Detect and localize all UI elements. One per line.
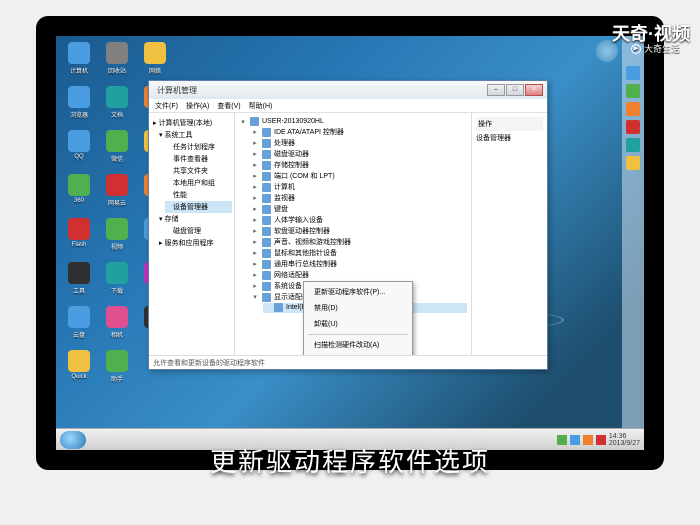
monitor-frame: 计算机 回收站 网络 浏览器 文档 图片 QQ 微信 音乐 360 网易云 游戏… <box>36 16 664 470</box>
device-icon <box>262 293 271 302</box>
actions-header: 操作 <box>476 117 543 131</box>
device-icon <box>262 128 271 137</box>
maximize-button[interactable]: □ <box>506 84 524 96</box>
desktop-icon[interactable]: 文档 <box>100 86 134 124</box>
device-icon <box>262 150 271 159</box>
device-category[interactable]: ▸鼠标和其他指针设备 <box>251 248 467 259</box>
device-icon <box>262 249 271 258</box>
desktop-icon[interactable]: 云盘 <box>62 306 96 344</box>
nav-item[interactable]: 性能 <box>165 189 232 201</box>
menu-action[interactable]: 操作(A) <box>186 101 209 111</box>
minimize-button[interactable]: – <box>487 84 505 96</box>
nav-item[interactable]: 共享文件夹 <box>165 165 232 177</box>
actions-link[interactable]: 设备管理器 <box>476 133 543 143</box>
nav-item[interactable]: 任务计划程序 <box>165 141 232 153</box>
device-category[interactable]: ▸人体学输入设备 <box>251 215 467 226</box>
ctx-uninstall[interactable]: 卸载(U) <box>304 316 412 332</box>
statusbar: 允许查看和更新设备的驱动程序软件 <box>149 355 547 369</box>
desktop-icon[interactable]: 下载 <box>100 262 134 300</box>
menubar: 文件(F) 操作(A) 查看(V) 帮助(H) <box>149 99 547 113</box>
device-icon <box>262 216 271 225</box>
desktop-icon[interactable]: 浏览器 <box>62 86 96 124</box>
sidebar-icon[interactable] <box>626 156 640 170</box>
device-icon <box>262 205 271 214</box>
watermark-bottom-right: 易坊好文馆 <box>608 492 688 513</box>
sidebar-icon[interactable] <box>626 84 640 98</box>
device-icon <box>262 282 271 291</box>
nav-services[interactable]: ▸服务和应用程序 <box>151 237 232 249</box>
nav-item[interactable]: 本地用户和组 <box>165 177 232 189</box>
device-icon <box>262 271 271 280</box>
device-category[interactable]: ▸计算机 <box>251 182 467 193</box>
device-root[interactable]: ▾USER-20130920HL <box>239 117 467 127</box>
device-icon <box>262 260 271 269</box>
device-icon <box>262 161 271 170</box>
device-icon <box>262 139 271 148</box>
device-category[interactable]: ▸软盘驱动器控制器 <box>251 226 467 237</box>
device-icon <box>262 194 271 203</box>
display-adapter-icon <box>274 303 283 312</box>
ctx-disable[interactable]: 禁用(D) <box>304 300 412 316</box>
menu-help[interactable]: 帮助(H) <box>249 101 273 111</box>
actions-panel: 操作 设备管理器 <box>471 113 547 355</box>
desktop-icon[interactable]: 助手 <box>100 350 134 388</box>
desktop-icon[interactable]: 回收站 <box>100 42 134 80</box>
device-icon <box>262 172 271 181</box>
device-category[interactable]: ▸声音、视频和游戏控制器 <box>251 237 467 248</box>
computer-icon <box>250 117 259 126</box>
device-manager-window: 计算机管理 – □ × 文件(F) 操作(A) 查看(V) 帮助(H) ▸计算机… <box>148 80 548 370</box>
device-category[interactable]: ▸监视器 <box>251 193 467 204</box>
device-category[interactable]: ▸键盘 <box>251 204 467 215</box>
desktop-icon[interactable]: Quick <box>62 350 96 388</box>
device-icon <box>262 183 271 192</box>
left-nav-tree: ▸计算机管理(本地) ▾系统工具 任务计划程序 事件查看器 共享文件夹 本地用户… <box>149 113 235 355</box>
device-icon <box>262 238 271 247</box>
desktop-icon[interactable]: QQ <box>62 130 96 168</box>
menu-file[interactable]: 文件(F) <box>155 101 178 111</box>
close-button[interactable]: × <box>525 84 543 96</box>
device-category[interactable]: ▸网络适配器 <box>251 270 467 281</box>
device-tree-panel: ▾USER-20130920HL ▸IDE ATA/ATAPI 控制器▸处理器▸… <box>235 113 471 355</box>
watermark-life: ▶大奇生活 <box>631 42 680 55</box>
play-icon: ▶ <box>631 44 641 54</box>
desktop-icon[interactable]: 微信 <box>100 130 134 168</box>
desktop-icon[interactable]: 网易云 <box>100 174 134 212</box>
video-subtitle: 更新驱动程序软件选项 <box>0 442 700 479</box>
nav-root[interactable]: ▸计算机管理(本地) <box>151 117 232 129</box>
device-icon <box>262 227 271 236</box>
device-category[interactable]: ▸存储控制器 <box>251 160 467 171</box>
desktop-icon[interactable]: 计算机 <box>62 42 96 80</box>
device-category[interactable]: ▸磁盘驱动器 <box>251 149 467 160</box>
nav-device-manager[interactable]: 设备管理器 <box>165 201 232 213</box>
nav-storage[interactable]: ▾存储 <box>151 213 232 225</box>
desktop-icon[interactable]: 视频 <box>100 218 134 256</box>
sidebar-icon[interactable] <box>626 66 640 80</box>
desktop-icon[interactable]: 工具 <box>62 262 96 300</box>
desktop-screen: 计算机 回收站 网络 浏览器 文档 图片 QQ 微信 音乐 360 网易云 游戏… <box>56 36 644 450</box>
nav-item[interactable]: 事件查看器 <box>165 153 232 165</box>
nav-item[interactable]: 磁盘管理 <box>165 225 232 237</box>
ctx-scan-hardware[interactable]: 扫描检测硬件改动(A) <box>304 337 412 353</box>
desktop-icon[interactable]: 360 <box>62 174 96 212</box>
ctx-separator <box>308 334 408 335</box>
ctx-update-driver[interactable]: 更新驱动程序软件(P)... <box>304 284 412 300</box>
device-category[interactable]: ▸端口 (COM 和 LPT) <box>251 171 467 182</box>
menu-view[interactable]: 查看(V) <box>217 101 240 111</box>
desktop-icon[interactable]: 网络 <box>138 42 172 80</box>
sidebar-icon[interactable] <box>626 138 640 152</box>
device-category[interactable]: ▸处理器 <box>251 138 467 149</box>
device-category[interactable]: ▸通用串行总线控制器 <box>251 259 467 270</box>
nav-systools[interactable]: ▾系统工具 <box>151 129 232 141</box>
desktop-icon[interactable]: Flash <box>62 218 96 256</box>
sidebar-icon[interactable] <box>626 120 640 134</box>
context-menu: 更新驱动程序软件(P)... 禁用(D) 卸载(U) 扫描检测硬件改动(A) 属… <box>303 281 413 355</box>
device-category[interactable]: ▸IDE ATA/ATAPI 控制器 <box>251 127 467 138</box>
window-title: 计算机管理 <box>157 85 197 96</box>
sidebar-icon[interactable] <box>626 102 640 116</box>
desktop-icon[interactable]: 相机 <box>100 306 134 344</box>
right-sidebar <box>622 36 644 450</box>
window-titlebar[interactable]: 计算机管理 – □ × <box>149 81 547 99</box>
